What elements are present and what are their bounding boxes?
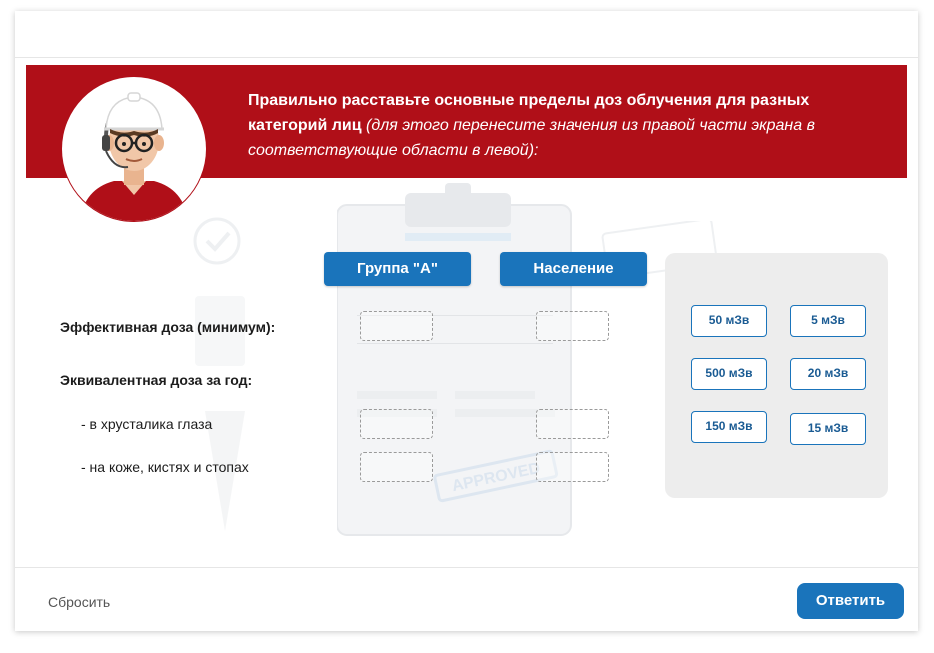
- drop-zone-effective-group-a[interactable]: [360, 311, 433, 341]
- reset-button[interactable]: Сбросить: [48, 594, 110, 610]
- row-label-skin: - на коже, кистях и стопах: [81, 459, 249, 475]
- row-label-eye-lens: - в хрусталика глаза: [81, 416, 213, 432]
- bottom-divider: [15, 567, 918, 568]
- option-chip[interactable]: 150 мЗв: [691, 411, 767, 443]
- column-header-population: Население: [500, 252, 647, 286]
- drop-zone-lens-population[interactable]: [536, 409, 609, 439]
- row-label-equivalent-dose: Эквивалентная доза за год:: [60, 372, 253, 388]
- clipboard-background-icon: APPROVED: [337, 183, 572, 536]
- task-card: Правильно расставьте основные пределы до…: [15, 11, 918, 631]
- drop-zone-skin-population[interactable]: [536, 452, 609, 482]
- avatar: [62, 77, 206, 221]
- top-divider: [15, 57, 918, 58]
- drop-zone-effective-population[interactable]: [536, 311, 609, 341]
- submit-button[interactable]: Ответить: [797, 583, 904, 619]
- column-header-group-a: Группа "А": [324, 252, 471, 286]
- options-panel: 50 мЗв 5 мЗв 500 мЗв 20 мЗв 150 мЗв 15 м…: [665, 253, 888, 498]
- option-chip[interactable]: 5 мЗв: [790, 305, 866, 337]
- instruction-text: Правильно расставьте основные пределы до…: [248, 88, 868, 163]
- drop-zone-skin-group-a[interactable]: [360, 452, 433, 482]
- option-chip[interactable]: 50 мЗв: [691, 305, 767, 337]
- option-chip[interactable]: 20 мЗв: [790, 358, 866, 390]
- option-chip[interactable]: 500 мЗв: [691, 358, 767, 390]
- drop-zone-lens-group-a[interactable]: [360, 409, 433, 439]
- row-label-effective-dose: Эффективная доза (минимум):: [60, 319, 276, 335]
- option-chip[interactable]: 15 мЗв: [790, 413, 866, 445]
- worker-illustration: [80, 92, 188, 221]
